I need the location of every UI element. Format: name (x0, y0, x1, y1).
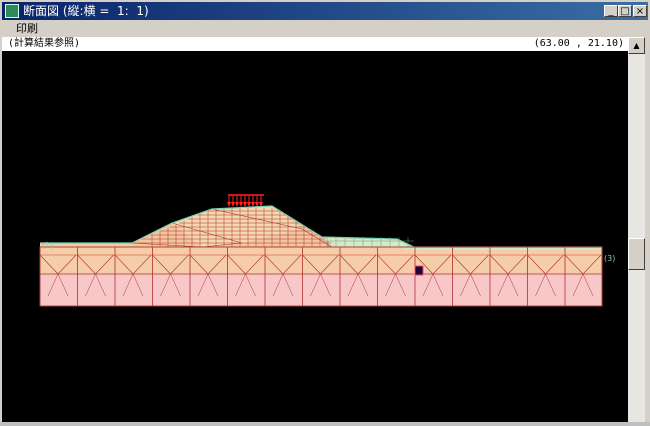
load-arrows (227, 194, 264, 207)
load-arrow-head (243, 202, 247, 207)
load-arrow-head (235, 202, 239, 207)
scroll-up-button[interactable]: ▲ (628, 37, 645, 54)
title-bar[interactable]: 断面図 (縦:横 = 1: 1) _ □ × (2, 2, 648, 20)
maximize-icon: □ (620, 6, 630, 17)
window-title: 断面図 (縦:横 = 1: 1) (23, 4, 149, 18)
foundation-upper-layer (40, 247, 602, 274)
window-right-border (645, 20, 650, 422)
app-icon (5, 4, 19, 18)
calc-reference-label: (計算結果参照) (8, 38, 81, 49)
status-info-bar: (計算結果参照) (63.00 , 21.10) (2, 37, 628, 51)
right-boundary-label: (3) (604, 254, 615, 263)
close-button[interactable]: × (633, 5, 647, 17)
load-arrow-head (231, 202, 235, 207)
minimize-icon: _ (608, 6, 614, 17)
load-arrow-head (251, 202, 255, 207)
cross-section-drawing: (1) (3) (39, 194, 615, 307)
load-arrow-head (239, 202, 243, 207)
cross-section-canvas[interactable]: (1) (3) (2, 51, 628, 422)
minimize-button[interactable]: _ (604, 5, 618, 17)
cursor-coordinates: (63.00 , 21.10) (533, 38, 624, 49)
vertical-scrollbar[interactable]: ▲ (628, 37, 645, 422)
menu-item-print[interactable]: 印刷 (16, 21, 38, 37)
maximize-button[interactable]: □ (618, 5, 632, 17)
selected-element-marker[interactable] (414, 265, 424, 276)
scroll-up-icon: ▲ (633, 41, 640, 50)
close-icon: × (635, 6, 645, 17)
load-arrow-head (227, 202, 231, 207)
menu-bar: 印刷 (2, 21, 648, 37)
load-arrow-head (247, 202, 251, 207)
foundation-lower-layer (40, 274, 602, 306)
scroll-thumb[interactable] (628, 238, 645, 270)
app-window: 断面図 (縦:横 = 1: 1) _ □ × 印刷 (計算結果参照) (63.0… (0, 0, 650, 422)
left-boundary-label: (1) (42, 241, 53, 250)
